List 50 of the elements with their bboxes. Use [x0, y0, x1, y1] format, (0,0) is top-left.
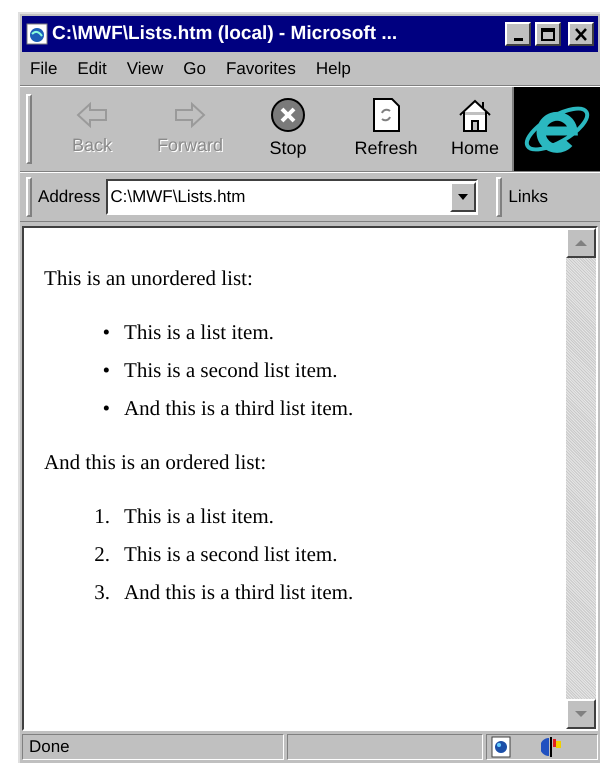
list-item: This is a second list item. [124, 357, 338, 384]
list-marker: 3. [93, 579, 111, 606]
address-field[interactable]: C:\MWF\Lists.htm [106, 179, 478, 215]
page-globe-icon [491, 736, 511, 758]
dropdown-button[interactable] [450, 182, 476, 212]
minimize-icon [514, 38, 522, 40]
list-item: This is a list item. [124, 319, 274, 346]
list-item: This is a list item. [124, 503, 274, 530]
up-arrow-icon [574, 239, 588, 247]
list-marker: 2. [93, 541, 111, 568]
list-marker: • [102, 395, 111, 422]
menu-item[interactable]: Favorites [226, 56, 296, 82]
close-icon [574, 28, 588, 40]
list-marker: • [102, 319, 111, 346]
list-marker: 1. [93, 503, 111, 530]
paragraph: This is an unordered list: [44, 265, 254, 292]
scroll-up-button[interactable] [566, 228, 596, 258]
stop-icon [270, 96, 306, 132]
caret-icon [457, 193, 470, 201]
toolbar-grip [26, 177, 32, 217]
list-item: This is a second list item. [124, 541, 338, 568]
status-text: Done [22, 734, 284, 760]
list-marker: • [102, 357, 111, 384]
scroll-down-button[interactable] [566, 699, 596, 729]
toolbar-grip [26, 94, 32, 164]
list-item: And this is a third list item. [124, 395, 354, 422]
menu-item[interactable]: View [126, 56, 164, 82]
refresh-icon [370, 96, 402, 132]
menu-item[interactable]: File [30, 56, 58, 82]
menu-item[interactable]: Go [183, 56, 206, 82]
stop-button[interactable]: Stop [246, 91, 330, 167]
home-button[interactable]: Home [442, 91, 508, 167]
close-button[interactable] [568, 22, 594, 46]
refresh-button[interactable]: Refresh [330, 91, 442, 167]
toolbar-grip [496, 177, 502, 217]
maximize-button[interactable] [535, 22, 561, 46]
left-arrow-icon [75, 100, 109, 130]
minimize-button[interactable] [505, 22, 531, 46]
menu-item[interactable]: Help [316, 56, 351, 82]
down-arrow-icon [574, 710, 588, 718]
paragraph: And this is an ordered list: [44, 449, 268, 476]
scrollbar[interactable] [566, 228, 596, 729]
window-title: C:\MWF\Lists.htm (local) - Microsoft ... [52, 22, 398, 46]
browser-page-icon [26, 23, 48, 45]
address-label: Address [38, 186, 100, 208]
right-arrow-icon [173, 100, 207, 130]
maximize-icon [541, 28, 555, 40]
menu-item[interactable]: Edit [77, 56, 107, 82]
links-button[interactable]: Links [508, 184, 548, 210]
list-item: And this is a third list item. [124, 579, 354, 606]
